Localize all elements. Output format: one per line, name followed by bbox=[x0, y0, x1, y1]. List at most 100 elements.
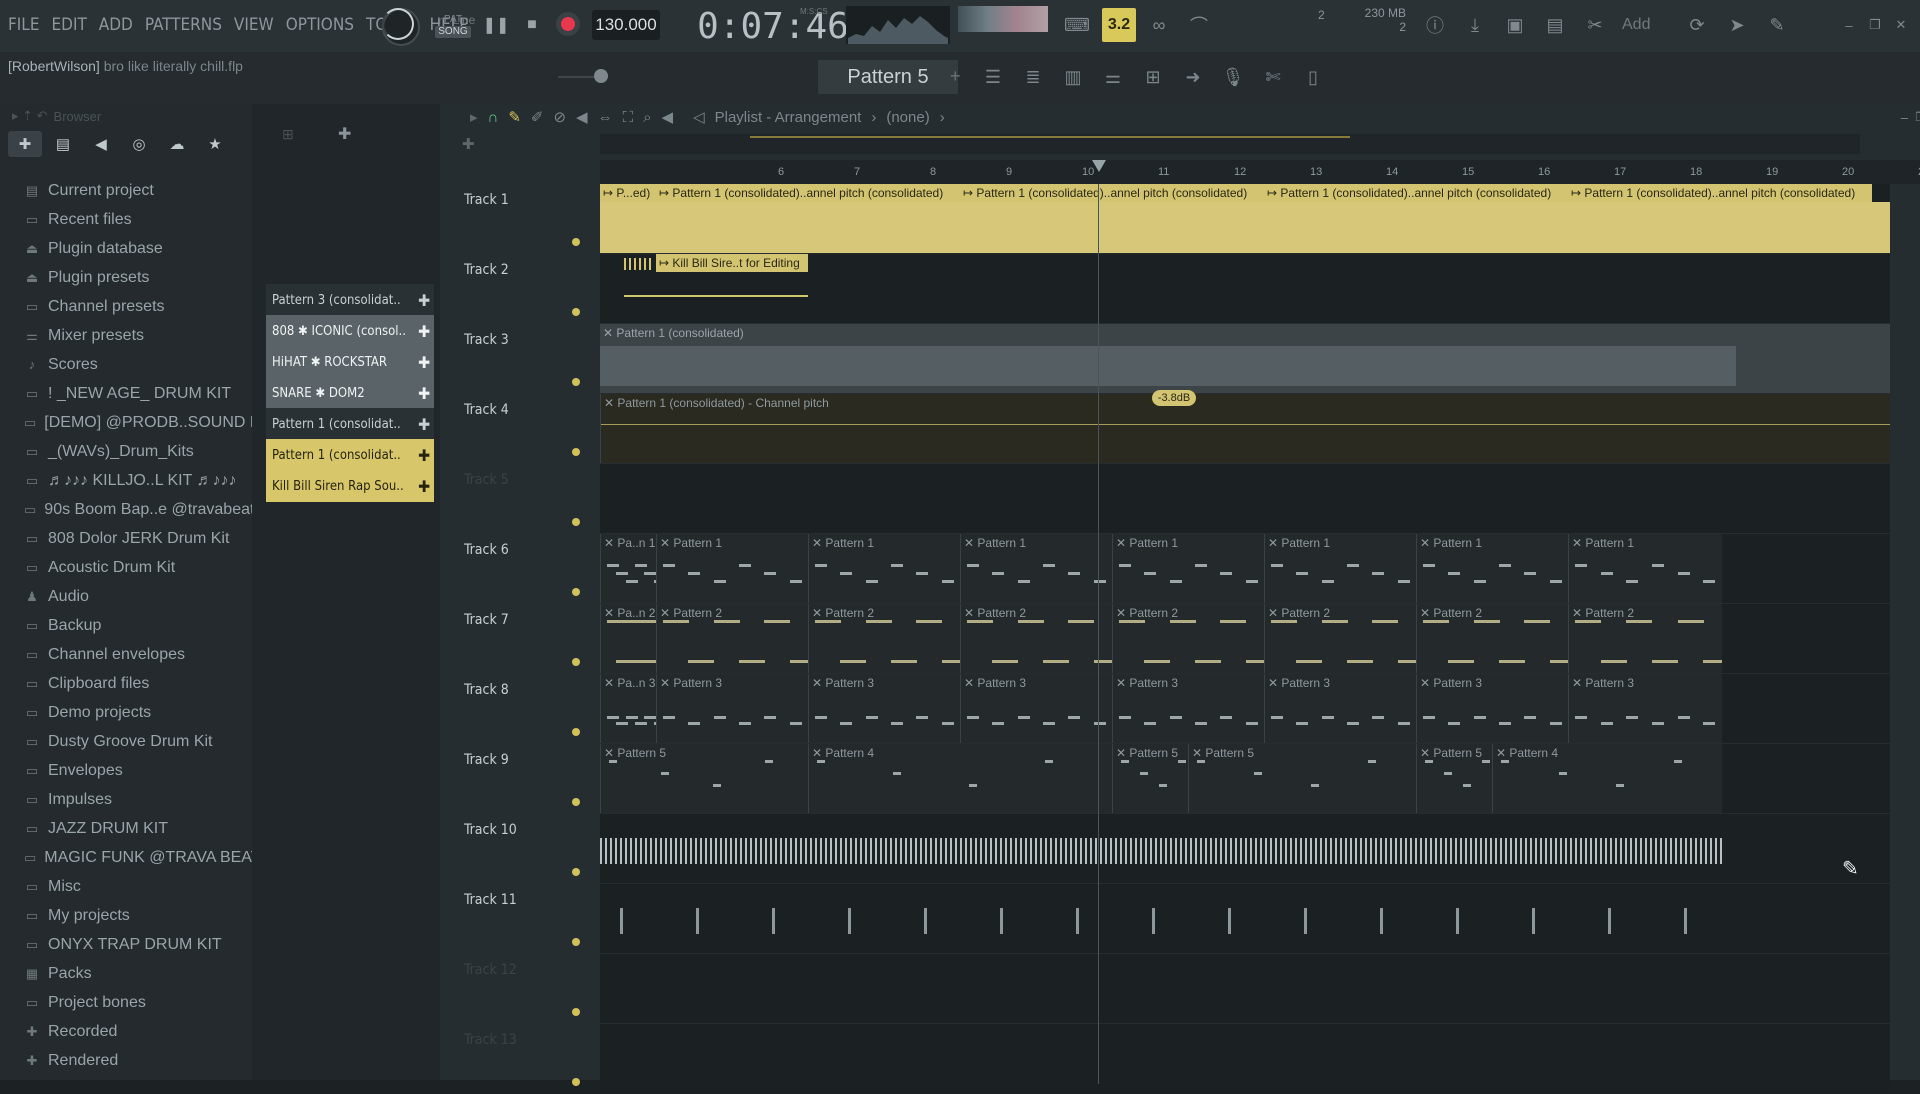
browser-item[interactable]: ▭ Project bones bbox=[0, 988, 252, 1017]
playlist-clip[interactable]: ✕ Pattern 3 bbox=[1416, 674, 1568, 743]
browser-item[interactable]: ▭ Impulses bbox=[0, 785, 252, 814]
timeline-ruler[interactable]: 6789101112131415161718192021 bbox=[600, 160, 1920, 184]
piano-keyboard-icon[interactable]: ⌨ bbox=[1062, 10, 1092, 40]
close-icon[interactable]: ✕ bbox=[1886, 10, 1916, 40]
tuner-icon[interactable]: ✎ bbox=[1762, 10, 1792, 40]
playlist-clip[interactable]: ✕ Pattern 1 bbox=[656, 534, 808, 603]
download-icon[interactable]: ⤓ bbox=[1460, 10, 1490, 40]
browser-item[interactable]: ▭ ! _NEW AGE_ DRUM KIT bbox=[0, 379, 252, 408]
playlist-clip[interactable]: ✕ Pattern 2 bbox=[656, 604, 808, 673]
track-mute-led[interactable] bbox=[572, 938, 580, 946]
track-lane[interactable] bbox=[600, 954, 1890, 1023]
channel-rack-icon[interactable]: ≣ bbox=[1018, 62, 1048, 92]
cut-tool-icon[interactable]: ✄ bbox=[1258, 62, 1288, 92]
track-mute-led[interactable] bbox=[572, 448, 580, 456]
playlist-clip[interactable]: ✕ Pattern 5 bbox=[1188, 744, 1416, 813]
browser-item[interactable]: ✚ Recorded bbox=[0, 1017, 252, 1046]
loop-icon[interactable]: ∞ bbox=[1144, 10, 1174, 40]
browser-item[interactable]: ▭ ONYX TRAP DRUM KIT bbox=[0, 930, 252, 959]
cloud-tab-icon[interactable]: ☁ bbox=[160, 131, 194, 157]
track-mute-led[interactable] bbox=[572, 798, 580, 806]
playlist-clip[interactable]: ✕ Pattern 1 bbox=[1264, 534, 1416, 603]
track-lane[interactable]: ✕ Pattern 1 (consolidated) - Channel pit… bbox=[600, 394, 1890, 463]
picker-item[interactable]: Kill Bill Siren Rap Sou.. ✚ bbox=[266, 470, 434, 502]
track-lane[interactable]: ↦ Kill Bill Sire..t for Editing bbox=[600, 254, 1890, 323]
line-mode-select[interactable]: ∩ Line bbox=[438, 8, 528, 32]
refresh-icon[interactable]: ⟳ bbox=[1682, 10, 1712, 40]
browser-item[interactable]: ▭ Backup bbox=[0, 611, 252, 640]
all-tab-icon[interactable]: ✚ bbox=[8, 131, 42, 157]
playlist-clip[interactable]: ✕ Pattern 2 bbox=[1416, 604, 1568, 673]
track-label[interactable]: Track 6 bbox=[464, 542, 564, 558]
playlist-clip[interactable]: ✕ Pattern 2 bbox=[1264, 604, 1416, 673]
snap-indicator[interactable]: 3.2 bbox=[1102, 8, 1136, 42]
add-menu-button[interactable]: Add bbox=[1622, 16, 1650, 34]
render-icon[interactable]: ▤ bbox=[1540, 10, 1570, 40]
arrangement-name[interactable]: (none) bbox=[886, 109, 929, 126]
mixer-icon[interactable]: ⚌ bbox=[1098, 62, 1128, 92]
playlist-clip[interactable]: ✕ Pattern 2 bbox=[1568, 604, 1722, 673]
track-lane[interactable] bbox=[600, 884, 1890, 953]
zoom-icon[interactable]: ⌕ bbox=[643, 109, 651, 126]
browser-item[interactable]: ▭ Channel envelopes bbox=[0, 640, 252, 669]
playlist-menu-icon[interactable]: ▸ bbox=[470, 108, 478, 126]
picker-item[interactable]: SNARE ✱ DOM2 ✚ bbox=[266, 377, 434, 409]
track-lane[interactable]: ✕ Pattern 1 (consolidated) bbox=[600, 324, 1890, 393]
track-mute-led[interactable] bbox=[572, 238, 580, 246]
add-to-playlist-icon[interactable]: ✚ bbox=[418, 415, 430, 434]
track-label[interactable]: Track 13 bbox=[464, 1032, 564, 1048]
browser-item[interactable]: ▭ _(WAVs)_Drum_Kits bbox=[0, 437, 252, 466]
tempo-display[interactable]: 130.000 bbox=[592, 10, 660, 40]
browser-item[interactable]: ▦ Packs bbox=[0, 959, 252, 988]
info-icon[interactable]: ⓘ bbox=[1420, 10, 1450, 40]
browser-item[interactable]: ⚌ Mixer presets bbox=[0, 321, 252, 350]
track-mute-led[interactable] bbox=[572, 868, 580, 876]
picker-item[interactable]: Pattern 1 (consolidat.. ✚ bbox=[266, 439, 434, 471]
playlist-minimize-icon[interactable]: – bbox=[1901, 110, 1908, 125]
menu-options[interactable]: OPTIONS bbox=[286, 15, 354, 35]
browser-item[interactable]: ▭ Recent files bbox=[0, 205, 252, 234]
playlist-clip[interactable]: ✕ Pattern 3 bbox=[1264, 674, 1416, 743]
browser-item[interactable]: ▭ 90s Boom Bap..e @travabeats bbox=[0, 495, 252, 524]
playlist-clip[interactable]: ✕ Pa..n 3 bbox=[600, 674, 656, 743]
track-mute-led[interactable] bbox=[572, 378, 580, 386]
mute-icon[interactable]: ◀ bbox=[576, 108, 588, 126]
playlist-clip[interactable]: ✕ Pa..n 1 bbox=[600, 534, 656, 603]
playlist-restore-icon[interactable]: ❐ bbox=[1915, 110, 1920, 124]
track-mute-led[interactable] bbox=[572, 1078, 580, 1086]
browser-item[interactable]: ▭ My projects bbox=[0, 901, 252, 930]
track-lane[interactable] bbox=[600, 1024, 1890, 1093]
browser-item[interactable]: ▭ Clipboard files bbox=[0, 669, 252, 698]
track-label[interactable]: Track 8 bbox=[464, 682, 564, 698]
track-lane[interactable]: ✕ Pa..n 3 ✕ Pattern 3 ✕ Pattern 3 ✕ Pattern… bbox=[600, 674, 1890, 743]
track-mute-led[interactable] bbox=[572, 518, 580, 526]
browser-arrows-icon[interactable]: ▸ ⇡ ↶ bbox=[12, 108, 48, 124]
browser-item[interactable]: ♪ Scores bbox=[0, 350, 252, 379]
playlist-clip[interactable]: ✕ Pattern 3 bbox=[656, 674, 808, 743]
playlist-clip[interactable]: ✕ Pattern 2 bbox=[1112, 604, 1264, 673]
slip-icon[interactable]: ⇔ bbox=[598, 109, 613, 126]
menu-patterns[interactable]: PATTERNS bbox=[145, 15, 222, 35]
playlist-clip[interactable]: ✕ Pattern 1 bbox=[960, 534, 1112, 603]
playlist-clip[interactable]: ✕ Pattern 3 bbox=[808, 674, 960, 743]
playlist-clip[interactable]: ✕ Pattern 1 bbox=[1568, 534, 1722, 603]
track-lane[interactable] bbox=[600, 814, 1890, 883]
browser-item[interactable]: ▭ JAZZ DRUM KIT bbox=[0, 814, 252, 843]
track-lane[interactable]: ↦ P...ed) ↦ Pattern 1 (consolidated)..ann… bbox=[600, 184, 1890, 253]
picker-item[interactable]: Pattern 1 (consolidat.. ✚ bbox=[266, 408, 434, 440]
picker-mode-icon[interactable]: ⊞ bbox=[282, 126, 294, 143]
playlist-clip[interactable]: ✕ Pattern 4 bbox=[1492, 744, 1722, 813]
playlist-clip[interactable]: ✕ Pattern 3 bbox=[1112, 674, 1264, 743]
track-mute-led[interactable] bbox=[572, 588, 580, 596]
files-tab-icon[interactable]: ▤ bbox=[46, 131, 80, 157]
playlist-clip[interactable]: ✕ Pattern 1 bbox=[1416, 534, 1568, 603]
arrow-icon[interactable]: ➜ bbox=[1178, 62, 1208, 92]
menu-edit[interactable]: EDIT bbox=[52, 15, 87, 35]
plugin-icon[interactable]: ➤ bbox=[1722, 10, 1752, 40]
playlist-clip[interactable]: ✕ Pattern 1 bbox=[1112, 534, 1264, 603]
track-label[interactable]: Track 1 bbox=[464, 192, 564, 208]
playlist-icon[interactable]: ☰ bbox=[978, 62, 1008, 92]
swing-knob[interactable] bbox=[382, 8, 414, 40]
add-to-playlist-icon[interactable]: ✚ bbox=[418, 384, 430, 403]
track-label[interactable]: Track 7 bbox=[464, 612, 564, 628]
